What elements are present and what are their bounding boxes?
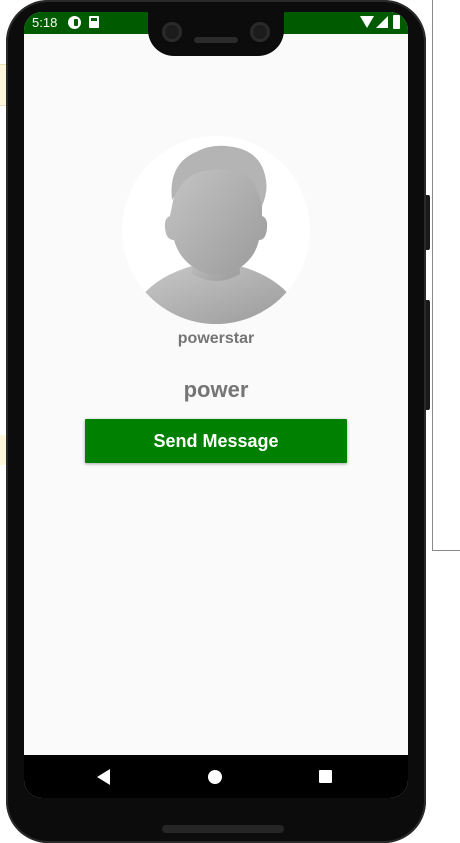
front-sensor-icon (250, 22, 270, 42)
navigation-bar (24, 755, 408, 798)
phone-speaker-grill (162, 825, 284, 833)
send-message-button[interactable]: Send Message (85, 419, 347, 463)
sd-card-icon (89, 16, 99, 28)
recents-icon[interactable] (319, 770, 332, 783)
signal-icon (376, 16, 388, 28)
battery-icon (393, 15, 400, 29)
display-name-label: power (183, 377, 249, 402)
profile-avatar (122, 136, 310, 324)
phone-power-button (426, 195, 430, 250)
front-camera-icon (162, 22, 182, 42)
earpiece-speaker (194, 37, 238, 43)
background-right-window (432, 0, 460, 551)
status-time: 5:18 (32, 15, 58, 30)
notification-icon (68, 16, 81, 29)
home-icon[interactable] (208, 770, 222, 784)
wifi-icon (360, 16, 374, 28)
phone-volume-button (426, 300, 430, 410)
camera-notch (148, 12, 284, 56)
default-person-avatar-icon (140, 145, 292, 324)
username-label: powerstar (177, 330, 255, 347)
desktop-stage: 5:18 powerstar power Send Message (0, 0, 460, 843)
phone-screen: 5:18 powerstar power Send Message (24, 12, 408, 798)
back-icon[interactable] (97, 769, 110, 785)
